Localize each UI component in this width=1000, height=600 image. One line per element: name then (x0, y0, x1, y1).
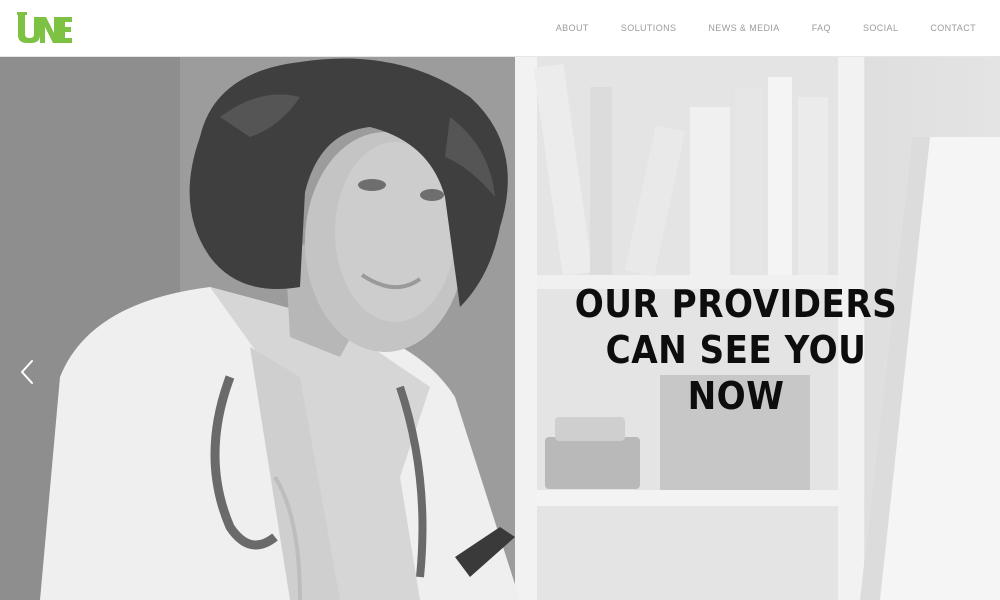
nav-faq[interactable]: FAQ (796, 0, 847, 57)
nav-social[interactable]: SOCIAL (847, 0, 914, 57)
hero-slider: OUR PROVIDERS CAN SEE YOU NOW (0, 57, 1000, 600)
hero-headline: OUR PROVIDERS CAN SEE YOU NOW (560, 281, 913, 419)
chevron-left-icon (21, 360, 33, 384)
nav-solutions[interactable]: SOLUTIONS (605, 0, 693, 57)
site-header: ABOUT SOLUTIONS NEWS & MEDIA FAQ SOCIAL … (0, 0, 1000, 57)
headline-line-1: OUR PROVIDERS (574, 282, 898, 326)
nav-about[interactable]: ABOUT (540, 0, 605, 57)
main-nav: ABOUT SOLUTIONS NEWS & MEDIA FAQ SOCIAL … (540, 0, 1000, 57)
une-logo (17, 12, 72, 43)
headline-line-2: CAN SEE YOU NOW (605, 328, 867, 418)
nav-news-media[interactable]: NEWS & MEDIA (692, 0, 795, 57)
nav-contact[interactable]: CONTACT (914, 0, 1000, 57)
slider-prev-button[interactable] (14, 355, 40, 389)
